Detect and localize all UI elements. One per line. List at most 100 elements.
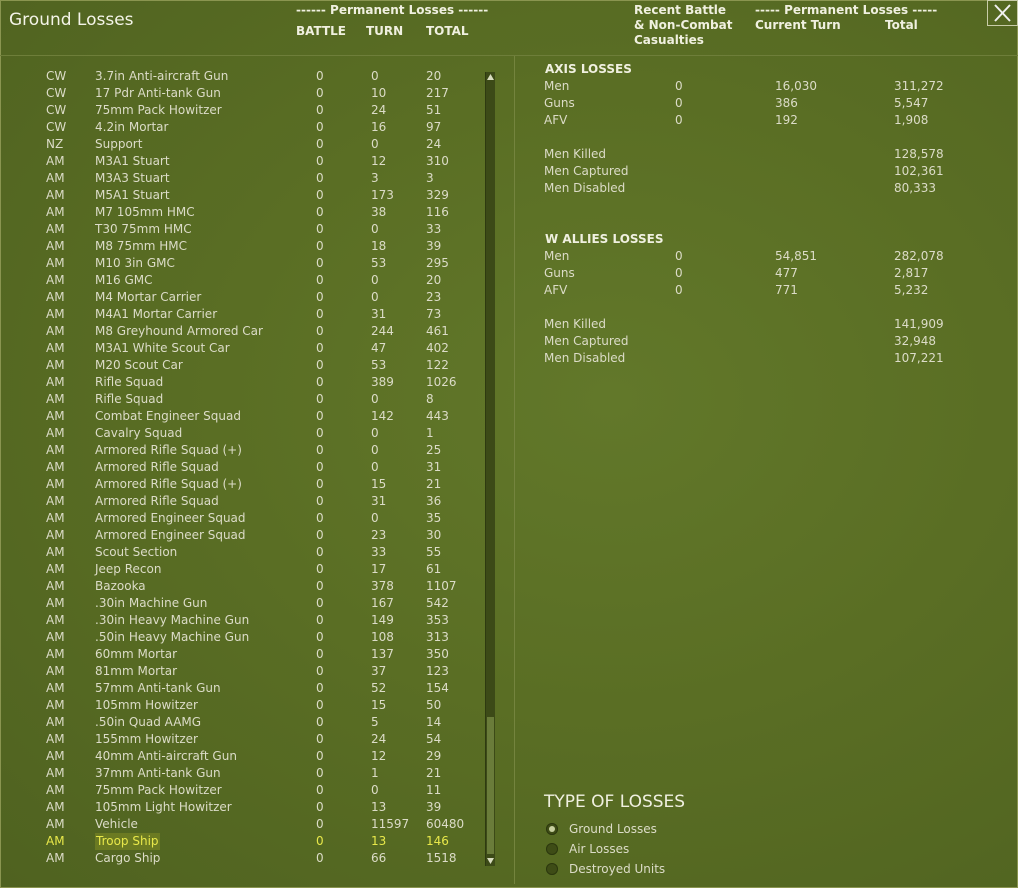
unit-name-cell: 57mm Anti-tank Gun	[95, 681, 221, 695]
battle-losses-cell: 0	[316, 851, 324, 865]
table-row[interactable]: CW 17 Pdr Anti-tank Gun 0 10 217	[0, 85, 500, 102]
total-losses-cell: 60480	[426, 817, 465, 831]
list-scrollbar[interactable]	[485, 72, 495, 866]
table-row[interactable]: AM .30in Heavy Machine Gun 0 149 353	[0, 612, 500, 629]
table-row[interactable]: AM 155mm Howitzer 0 24 54	[0, 731, 500, 748]
table-row[interactable]: AM Bazooka 0 378 1107	[0, 578, 500, 595]
table-row[interactable]: AM .50in Quad AAMG 0 5 14	[0, 714, 500, 731]
table-row[interactable]: AM M3A3 Stuart 0 3 3	[0, 170, 500, 187]
nationality-cell: AM	[46, 647, 65, 661]
radio-button-icon[interactable]	[546, 843, 558, 855]
turn-losses-cell: 0	[371, 290, 379, 304]
table-row[interactable]: AM Armored Engineer Squad 0 0 35	[0, 510, 500, 527]
radio-button-icon[interactable]	[546, 863, 558, 875]
table-row[interactable]: AM M4A1 Mortar Carrier 0 31 73	[0, 306, 500, 323]
table-row[interactable]: AM M3A1 White Scout Car 0 47 402	[0, 340, 500, 357]
total-losses-cell: 313	[426, 630, 449, 644]
unit-name-cell: .50in Quad AAMG	[95, 715, 202, 729]
table-row[interactable]: AM M8 Greyhound Armored Car 0 244 461	[0, 323, 500, 340]
unit-name-cell: Cavalry Squad	[95, 426, 183, 440]
column-header-total[interactable]: TOTAL	[426, 24, 469, 39]
table-row[interactable]: CW 4.2in Mortar 0 16 97	[0, 119, 500, 136]
table-row[interactable]: AM Armored Rifle Squad (+) 0 15 21	[0, 476, 500, 493]
table-row[interactable]: AM 105mm Howitzer 0 15 50	[0, 697, 500, 714]
allies-guns-turn: 477	[775, 266, 798, 280]
table-row[interactable]: CW 75mm Pack Howitzer 0 24 51	[0, 102, 500, 119]
battle-losses-cell: 0	[316, 800, 324, 814]
table-row[interactable]: AM M3A1 Stuart 0 12 310	[0, 153, 500, 170]
turn-losses-cell: 52	[371, 681, 387, 695]
table-row[interactable]: NZ Support 0 0 24	[0, 136, 500, 153]
table-row[interactable]: AM 81mm Mortar 0 37 123	[0, 663, 500, 680]
nationality-cell: AM	[46, 664, 65, 678]
table-row[interactable]: AM .50in Heavy Machine Gun 0 108 313	[0, 629, 500, 646]
table-row[interactable]: AM Armored Rifle Squad 0 31 36	[0, 493, 500, 510]
table-row[interactable]: AM .30in Machine Gun 0 167 542	[0, 595, 500, 612]
nationality-cell: AM	[46, 443, 65, 457]
table-row[interactable]: AM Rifle Squad 0 389 1026	[0, 374, 500, 391]
battle-losses-cell: 0	[316, 613, 324, 627]
table-row[interactable]: AM Cargo Ship 0 66 1518	[0, 850, 500, 867]
table-row[interactable]: AM 105mm Light Howitzer 0 13 39	[0, 799, 500, 816]
table-row[interactable]: AM Vehicle 0 11597 60480	[0, 816, 500, 833]
unit-name-cell: Armored Rifle Squad (+)	[95, 443, 242, 457]
total-losses-cell: 50	[426, 698, 442, 712]
table-row[interactable]: AM M20 Scout Car 0 53 122	[0, 357, 500, 374]
nationality-cell: CW	[46, 86, 67, 100]
table-row[interactable]: AM 40mm Anti-aircraft Gun 0 12 29	[0, 748, 500, 765]
table-row[interactable]: AM Cavalry Squad 0 0 1	[0, 425, 500, 442]
column-header-battle[interactable]: BATTLE	[296, 24, 346, 39]
table-row[interactable]: AM Troop Ship 0 13 146	[0, 833, 500, 850]
table-row[interactable]: AM 37mm Anti-tank Gun 0 1 21	[0, 765, 500, 782]
battle-losses-cell: 0	[316, 137, 324, 151]
allies-afv-total: 5,232	[894, 283, 929, 297]
table-row[interactable]: AM Jeep Recon 0 17 61	[0, 561, 500, 578]
table-row[interactable]: AM Armored Engineer Squad 0 23 30	[0, 527, 500, 544]
scroll-down-arrow-icon[interactable]	[486, 856, 495, 866]
unit-name-cell: Armored Rifle Squad	[95, 460, 219, 474]
table-row[interactable]: CW 3.7in Anti-aircraft Gun 0 0 20	[0, 69, 500, 85]
nationality-cell: AM	[46, 562, 65, 576]
allies-guns-total: 2,817	[894, 266, 929, 280]
nationality-cell: CW	[46, 69, 67, 83]
total-losses-cell: 310	[426, 154, 449, 168]
scroll-up-arrow-icon[interactable]	[486, 72, 495, 82]
table-row[interactable]: AM Armored Rifle Squad 0 0 31	[0, 459, 500, 476]
battle-losses-cell: 0	[316, 477, 324, 491]
turn-losses-cell: 0	[371, 460, 379, 474]
turn-losses-cell: 389	[371, 375, 394, 389]
battle-losses-cell: 0	[316, 545, 324, 559]
table-row[interactable]: AM 57mm Anti-tank Gun 0 52 154	[0, 680, 500, 697]
axis-guns-turn: 386	[775, 96, 798, 110]
table-row[interactable]: AM M4 Mortar Carrier 0 0 23	[0, 289, 500, 306]
table-row[interactable]: AM M16 GMC 0 0 20	[0, 272, 500, 289]
table-row[interactable]: AM Scout Section 0 33 55	[0, 544, 500, 561]
nationality-cell: AM	[46, 528, 65, 542]
turn-losses-cell: 13	[371, 800, 387, 814]
ground-losses-list[interactable]: CW 3.7in Anti-aircraft Gun 0 0 20 CW 17 Pdr An…	[0, 69, 500, 871]
column-header-turn[interactable]: TURN	[366, 24, 403, 39]
close-button[interactable]	[987, 0, 1018, 26]
table-row[interactable]: AM T30 75mm HMC 0 0 33	[0, 221, 500, 238]
battle-losses-cell: 0	[316, 562, 324, 576]
table-row[interactable]: AM M8 75mm HMC 0 18 39	[0, 238, 500, 255]
table-row[interactable]: AM Rifle Squad 0 0 8	[0, 391, 500, 408]
allies-afv-turn: 771	[775, 283, 798, 297]
radio-button-icon[interactable]	[546, 823, 558, 835]
total-losses-cell: 116	[426, 205, 449, 219]
turn-losses-cell: 24	[371, 103, 387, 117]
table-row[interactable]: AM Armored Rifle Squad (+) 0 0 25	[0, 442, 500, 459]
table-row[interactable]: AM 75mm Pack Howitzer 0 0 11	[0, 782, 500, 799]
total-losses-cell: 14	[426, 715, 442, 729]
scroll-thumb[interactable]	[487, 717, 494, 854]
total-losses-cell: 542	[426, 596, 449, 610]
table-row[interactable]: AM Combat Engineer Squad 0 142 443	[0, 408, 500, 425]
table-row[interactable]: AM M10 3in GMC 0 53 295	[0, 255, 500, 272]
nationality-cell: AM	[46, 698, 65, 712]
table-row[interactable]: AM 60mm Mortar 0 137 350	[0, 646, 500, 663]
table-row[interactable]: AM M5A1 Stuart 0 173 329	[0, 187, 500, 204]
table-row[interactable]: AM M7 105mm HMC 0 38 116	[0, 204, 500, 221]
nationality-cell: CW	[46, 120, 67, 134]
total-losses-cell: 20	[426, 69, 442, 83]
nationality-cell: CW	[46, 103, 67, 117]
